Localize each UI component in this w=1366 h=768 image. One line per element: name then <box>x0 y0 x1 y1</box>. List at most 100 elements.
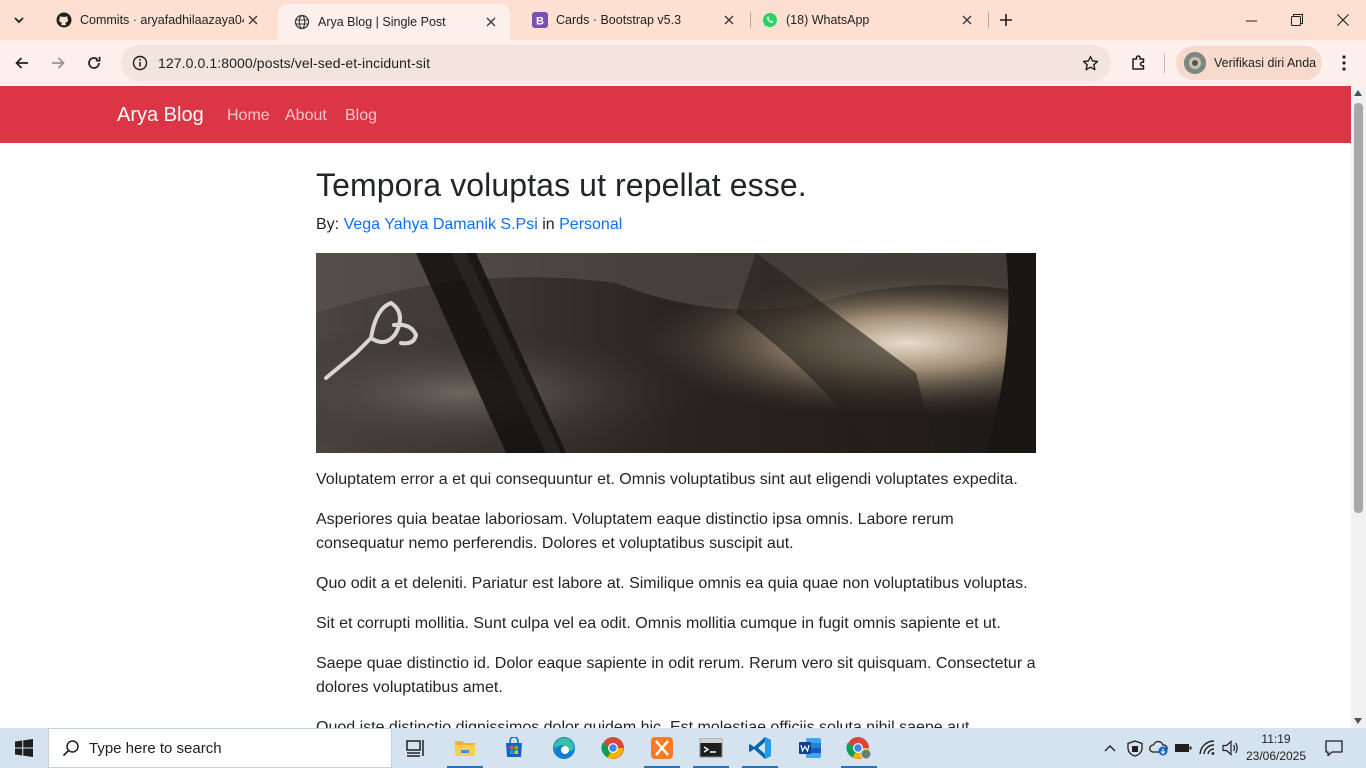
post-paragraph: Asperiores quia beatae laboriosam. Volup… <box>316 511 954 552</box>
site-navbar: Arya Blog Home About Blog <box>0 86 1351 143</box>
reload-button[interactable] <box>79 48 109 78</box>
profile-button[interactable]: Verifikasi diri Anda <box>1176 46 1322 80</box>
whatsapp-icon <box>762 12 778 28</box>
tab-search-button[interactable] <box>7 8 31 32</box>
new-tab-button[interactable] <box>995 9 1017 31</box>
restore-button[interactable] <box>1274 0 1320 40</box>
github-icon <box>56 12 72 28</box>
notification-center-button[interactable] <box>1318 728 1350 768</box>
chrome-icon <box>601 737 624 759</box>
post-paragraph: Saepe quae distinctio id. Dolor eaque sa… <box>316 655 1036 696</box>
tray-onedrive[interactable] <box>1148 728 1170 768</box>
edge-icon <box>553 737 575 759</box>
taskbar-edge[interactable] <box>540 728 588 768</box>
tray-overflow-button[interactable] <box>1100 728 1120 768</box>
arrow-right-icon <box>52 57 65 69</box>
taskbar-chrome[interactable] <box>589 728 637 768</box>
extensions-button[interactable] <box>1124 48 1154 78</box>
restore-icon <box>1291 14 1303 26</box>
nav-link-home[interactable]: Home <box>227 86 270 143</box>
post-paragraph: Voluptatem error a et qui consequuntur e… <box>316 471 1018 488</box>
address-bar[interactable]: 127.0.0.1:8000/posts/vel-sed-et-incidunt… <box>121 45 1111 81</box>
scroll-up-arrow-icon[interactable] <box>1354 90 1362 96</box>
puzzle-icon <box>1132 55 1145 70</box>
tab-title: Commits · aryafadhilaazaya04/L <box>80 13 244 27</box>
task-view-button[interactable] <box>392 728 440 768</box>
close-tab-icon[interactable] <box>244 11 262 29</box>
site-info-icon[interactable] <box>129 52 151 74</box>
scroll-down-arrow-icon[interactable] <box>1354 718 1362 724</box>
category-link[interactable]: Personal <box>559 216 622 233</box>
tab-bootstrap[interactable]: B Cards · Bootstrap v5.3 <box>516 0 748 40</box>
task-view-icon <box>406 740 424 757</box>
taskbar-file-explorer[interactable] <box>441 728 489 768</box>
reload-icon <box>88 56 101 69</box>
taskbar-word[interactable] <box>786 728 834 768</box>
tray-wifi[interactable] <box>1197 728 1219 768</box>
browser-toolbar: 127.0.0.1:8000/posts/vel-sed-et-incidunt… <box>0 40 1366 86</box>
chevron-up-icon <box>1104 745 1116 752</box>
taskbar-xampp[interactable] <box>638 728 686 768</box>
tab-arya-blog[interactable]: Arya Blog | Single Post <box>278 4 510 40</box>
tab-separator <box>988 12 989 28</box>
page-scrollbar[interactable] <box>1351 86 1366 728</box>
nav-link-blog[interactable]: Blog <box>345 86 377 143</box>
microsoft-store-icon <box>506 737 522 757</box>
notification-icon <box>1325 740 1343 757</box>
file-explorer-icon <box>455 741 475 756</box>
start-button[interactable] <box>0 728 48 768</box>
scrollbar-thumb[interactable] <box>1354 103 1363 513</box>
tray-security[interactable] <box>1124 728 1146 768</box>
svg-text:B: B <box>536 15 544 27</box>
forward-button[interactable] <box>43 48 73 78</box>
taskbar-terminal[interactable] <box>687 728 735 768</box>
bootstrap-icon: B <box>532 12 548 28</box>
tab-github[interactable]: Commits · aryafadhilaazaya04/L <box>40 0 272 40</box>
profile-label: Verifikasi diri Anda <box>1214 56 1317 70</box>
bookmark-star-icon[interactable] <box>1079 52 1101 74</box>
browser-menu-button[interactable] <box>1330 48 1358 78</box>
nav-link-about[interactable]: About <box>285 86 327 143</box>
cloud-update-icon <box>1149 740 1168 756</box>
post-title: Tempora voluptas ut repellat esse. <box>316 167 807 203</box>
taskbar-vscode[interactable] <box>736 728 784 768</box>
url-text[interactable]: 127.0.0.1:8000/posts/vel-sed-et-incidunt… <box>158 45 430 81</box>
xampp-icon <box>651 737 673 759</box>
close-tab-icon[interactable] <box>482 13 500 31</box>
plus-icon <box>1000 14 1012 26</box>
minimize-button[interactable] <box>1228 0 1274 40</box>
tray-battery[interactable] <box>1172 728 1194 768</box>
close-tab-icon[interactable] <box>720 11 738 29</box>
taskbar-search[interactable]: Type here to search <box>48 728 392 768</box>
tab-title: (18) WhatsApp <box>786 13 870 27</box>
chevron-down-icon <box>14 17 24 24</box>
windows-taskbar: Type here to search 11:19 23/06/2025 <box>0 728 1366 768</box>
tab-whatsapp[interactable]: (18) WhatsApp <box>746 0 986 40</box>
post-paragraph: Sit et corrupti mollitia. Sunt culpa vel… <box>316 615 1001 632</box>
shield-icon <box>1127 739 1143 757</box>
toolbar-separator <box>1164 53 1165 73</box>
back-button[interactable] <box>7 48 37 78</box>
tab-title: Arya Blog | Single Post <box>318 15 446 29</box>
avatar <box>1184 52 1206 74</box>
chrome-profile-icon <box>846 737 872 760</box>
wifi-icon <box>1199 740 1215 755</box>
taskbar-clock[interactable]: 11:19 23/06/2025 <box>1236 728 1316 768</box>
by-label: By: <box>316 216 340 233</box>
tab-title: Cards · Bootstrap v5.3 <box>556 13 682 27</box>
close-tab-icon[interactable] <box>958 11 976 29</box>
close-window-button[interactable] <box>1320 0 1366 40</box>
post-byline: By: Vega Yahya Damanik S.Psi in Personal <box>316 216 622 234</box>
in-label: in <box>542 216 555 233</box>
web-page: Arya Blog Home About Blog Tempora volupt… <box>0 86 1351 728</box>
search-placeholder: Type here to search <box>89 739 222 757</box>
author-link[interactable]: Vega Yahya Damanik S.Psi <box>344 216 538 233</box>
navbar-brand[interactable]: Arya Blog <box>117 86 204 143</box>
arrow-left-icon <box>15 57 28 69</box>
taskbar-chrome-profile[interactable] <box>835 728 883 768</box>
post-image <box>316 253 1036 453</box>
terminal-icon <box>699 738 723 758</box>
close-icon <box>1337 14 1349 26</box>
taskbar-store[interactable] <box>490 728 538 768</box>
minimize-icon <box>1245 20 1257 21</box>
